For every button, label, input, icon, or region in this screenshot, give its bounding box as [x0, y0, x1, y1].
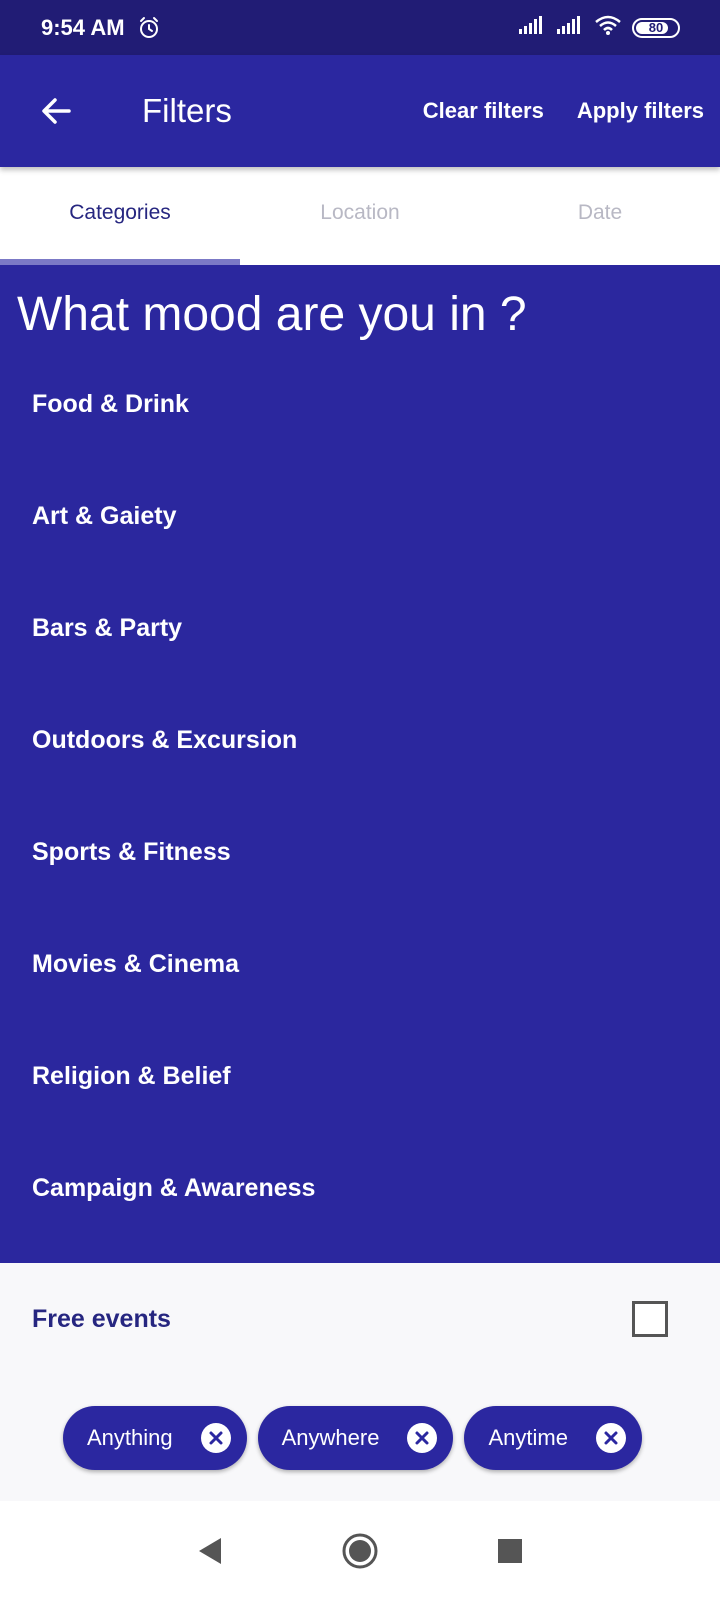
circle-home-icon: [342, 1533, 378, 1568]
nav-home-button[interactable]: [335, 1526, 385, 1576]
app-actions: Clear filters Apply filters: [423, 98, 704, 124]
apply-filters-button[interactable]: Apply filters: [577, 98, 704, 124]
status-time: 9:54 AM: [41, 14, 125, 40]
alarm-icon: [137, 16, 161, 40]
category-item-food-drink[interactable]: Food & Drink: [0, 348, 720, 460]
signal-icon: [556, 15, 584, 40]
category-item-religion-belief[interactable]: Religion & Belief: [0, 1020, 720, 1132]
battery-level: 80: [648, 20, 664, 35]
category-item-sports-fitness[interactable]: Sports & Fitness: [0, 796, 720, 908]
chip-label: Anything: [87, 1425, 173, 1450]
chip-label: Anywhere: [281, 1425, 380, 1450]
free-events-checkbox[interactable]: [632, 1301, 668, 1337]
app-bar: Filters Clear filters Apply filters: [0, 55, 720, 167]
active-filter-chips: Anything Anywhere Anytime: [63, 1406, 642, 1470]
nav-recents-button[interactable]: [485, 1526, 535, 1576]
triangle-back-icon: [199, 1537, 221, 1564]
mood-panel: What mood are you in ? Food & Drink Art …: [0, 265, 720, 1263]
chip-label: Anytime: [488, 1425, 568, 1450]
filter-chip-anytime[interactable]: Anytime: [464, 1406, 642, 1470]
category-list: Food & Drink Art & Gaiety Bars & Party O…: [0, 348, 720, 1244]
category-item-art-gaiety[interactable]: Art & Gaiety: [0, 460, 720, 572]
nav-back-button[interactable]: [185, 1526, 235, 1576]
tab-date[interactable]: Date: [480, 167, 720, 265]
system-nav-bar: [0, 1501, 720, 1600]
tab-location[interactable]: Location: [240, 167, 480, 265]
status-bar: 9:54 AM 80: [0, 0, 720, 55]
signal-icon: [518, 15, 546, 40]
bottom-panel: Free events Anything Anywhere Anytime: [0, 1263, 720, 1501]
close-icon[interactable]: [595, 1423, 626, 1453]
free-events-row: Free events: [0, 1263, 720, 1375]
status-icons: 80: [518, 14, 680, 41]
filter-chip-anything[interactable]: Anything: [63, 1406, 247, 1470]
close-icon[interactable]: [200, 1423, 231, 1453]
back-button[interactable]: [26, 81, 86, 141]
category-item-outdoors-excursion[interactable]: Outdoors & Excursion: [0, 684, 720, 796]
category-item-bars-party[interactable]: Bars & Party: [0, 572, 720, 684]
wifi-icon: [594, 14, 622, 41]
tab-categories[interactable]: Categories: [0, 167, 240, 265]
back-arrow-icon: [42, 98, 71, 124]
clear-filters-button[interactable]: Clear filters: [423, 98, 544, 124]
square-recents-icon: [498, 1538, 522, 1563]
free-events-label: Free events: [32, 1304, 171, 1333]
tab-bar: Categories Location Date: [0, 167, 720, 265]
page-title: Filters: [142, 92, 232, 129]
mood-heading: What mood are you in ?: [17, 288, 527, 341]
category-item-movies-cinema[interactable]: Movies & Cinema: [0, 908, 720, 1020]
category-item-campaign-awareness[interactable]: Campaign & Awareness: [0, 1132, 720, 1244]
filter-chip-anywhere[interactable]: Anywhere: [257, 1406, 454, 1470]
close-icon[interactable]: [407, 1423, 438, 1453]
battery-icon: 80: [632, 17, 680, 38]
